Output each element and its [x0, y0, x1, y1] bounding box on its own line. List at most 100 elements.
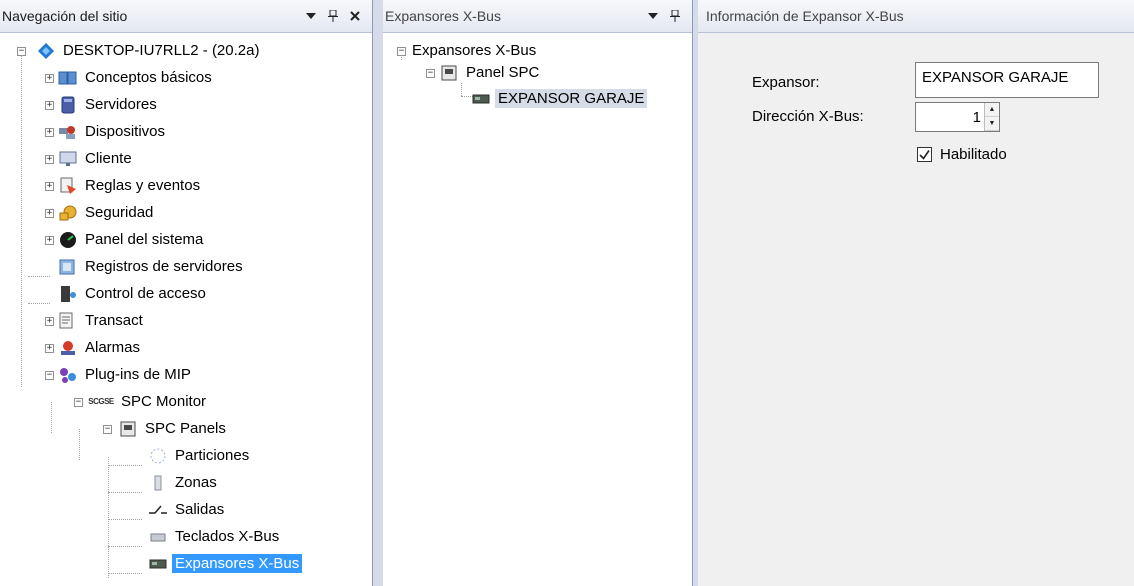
spin-up-icon[interactable]: ▲: [985, 103, 999, 117]
habilitado-label: Habilitado: [940, 146, 1007, 163]
info-pane-header: Información de Expansor X-Bus: [698, 0, 1134, 33]
outputs-icon: [148, 500, 168, 520]
direccion-xbus-value[interactable]: 1: [916, 109, 984, 126]
tree-guide-line: [108, 573, 142, 574]
collapse-toggle[interactable]: −: [74, 398, 83, 407]
tree-item-spc-panels[interactable]: SPC Panels: [118, 415, 229, 442]
tree-item-panel-del-sistema[interactable]: Panel del sistema: [58, 226, 206, 253]
info-pane-title: Información de Expansor X-Bus: [706, 8, 904, 24]
tree-item-expansor-garaje[interactable]: EXPANSOR GARAJE: [471, 85, 648, 112]
tree-item-alarmas[interactable]: Alarmas: [58, 334, 143, 361]
pane-border: [372, 0, 373, 586]
pin-icon[interactable]: [322, 5, 344, 27]
tree-item-teclados-x-bus[interactable]: Teclados X-Bus: [148, 523, 282, 550]
expand-toggle[interactable]: +: [45, 101, 54, 110]
expand-toggle[interactable]: +: [45, 344, 54, 353]
expand-toggle[interactable]: +: [45, 317, 54, 326]
pane-menu-dropdown-icon[interactable]: [642, 5, 664, 27]
expansor-name-input[interactable]: EXPANSOR GARAJE: [915, 62, 1099, 98]
habilitado-checkbox[interactable]: [917, 147, 932, 162]
collapse-toggle[interactable]: −: [45, 371, 54, 380]
tree-item-cliente[interactable]: Cliente: [58, 145, 135, 172]
tree-guide-line: [28, 303, 50, 304]
tree-item-particiones[interactable]: Particiones: [148, 442, 252, 469]
expand-toggle[interactable]: +: [45, 209, 54, 218]
expansor-label: Expansor:: [752, 74, 820, 91]
expand-toggle[interactable]: +: [45, 155, 54, 164]
expander-info-pane: Información de Expansor X-Bus Expansor: …: [698, 0, 1134, 586]
collapse-toggle[interactable]: −: [17, 47, 26, 56]
spc-monitor-icon: SCGSE: [88, 397, 114, 406]
tree-guide-line: [79, 429, 80, 460]
expand-toggle[interactable]: +: [45, 128, 54, 137]
xbus-pane-header: Expansores X-Bus: [383, 0, 692, 33]
expanders-list-pane: Expansores X-Bus − Expansores X-Bus − Pa…: [383, 0, 692, 586]
system-dashboard-icon: [58, 230, 78, 250]
nav-pane-header: Navegación del sitio: [0, 0, 372, 33]
tree-item-control-de-acceso[interactable]: Control de acceso: [58, 280, 209, 307]
tree-guide-line: [108, 492, 142, 493]
tree-item-registros-de-servidores[interactable]: Registros de servidores: [58, 253, 246, 280]
tree-guide-line: [21, 51, 22, 387]
spinner-buttons: ▲ ▼: [984, 103, 999, 131]
pin-icon[interactable]: [664, 5, 686, 27]
plugin-icon: [58, 365, 78, 385]
xbus-pane-title: Expansores X-Bus: [385, 8, 501, 24]
xbus-tree: − Expansores X-Bus − Panel SPC EXPANSOR …: [383, 33, 692, 586]
partitions-icon: [148, 446, 168, 466]
tree-item-panel-spc[interactable]: Panel SPC: [439, 59, 542, 86]
tree-item-expansores-x-bus[interactable]: Expansores X-Bus: [148, 550, 303, 577]
nav-pane-title: Navegación del sitio: [2, 8, 128, 24]
tree-item-dispositivos[interactable]: Dispositivos: [58, 118, 168, 145]
security-icon: [58, 203, 78, 223]
tree-item-zonas[interactable]: Zonas: [148, 469, 220, 496]
expander-icon: [471, 89, 491, 109]
tree-item-spc-monitor[interactable]: SCGSE SPC Monitor: [88, 388, 209, 415]
tree-item-root[interactable]: DESKTOP-IU7RLL2 - (20.2a): [36, 37, 262, 64]
alarm-icon: [58, 338, 78, 358]
server-logs-icon: [58, 257, 78, 277]
zones-icon: [148, 473, 168, 493]
book-icon: [58, 68, 78, 88]
collapse-toggle[interactable]: −: [426, 69, 435, 78]
panel-icon: [439, 63, 459, 83]
tree-guide-line: [108, 519, 142, 520]
direccion-xbus-spinner[interactable]: 1 ▲ ▼: [915, 102, 1000, 132]
tree-item-transact[interactable]: Transact: [58, 307, 146, 334]
keypad-icon: [148, 527, 168, 547]
management-server-icon: [36, 41, 56, 61]
monitor-icon: [58, 149, 78, 169]
tree-item-plugins-de-mip[interactable]: Plug-ins de MIP: [58, 361, 194, 388]
direccion-xbus-label: Dirección X-Bus:: [752, 108, 864, 125]
close-icon[interactable]: [344, 5, 366, 27]
tree-item-seguridad[interactable]: Seguridad: [58, 199, 156, 226]
expand-toggle[interactable]: +: [45, 74, 54, 83]
pane-splitter[interactable]: [372, 0, 383, 586]
tree-guide-line: [108, 457, 109, 578]
access-control-icon: [58, 284, 78, 304]
habilitado-row: Habilitado: [917, 146, 1007, 163]
tree-guide-line: [51, 402, 52, 433]
tree-item-conceptos-basicos[interactable]: Conceptos básicos: [58, 64, 215, 91]
collapse-toggle[interactable]: −: [397, 47, 406, 56]
spin-down-icon[interactable]: ▼: [985, 117, 999, 131]
tree-item-salidas[interactable]: Salidas: [148, 496, 227, 523]
collapse-toggle[interactable]: −: [103, 425, 112, 434]
tree-item-servidores[interactable]: Servidores: [58, 91, 160, 118]
rules-icon: [58, 176, 78, 196]
tree-guide-line: [28, 276, 50, 277]
transact-icon: [58, 311, 78, 331]
devices-icon: [58, 122, 78, 142]
expand-toggle[interactable]: +: [45, 182, 54, 191]
tree-item-reglas-y-eventos[interactable]: Reglas y eventos: [58, 172, 203, 199]
pane-border: [692, 0, 693, 586]
panel-icon: [118, 419, 138, 439]
pane-menu-dropdown-icon[interactable]: [300, 5, 322, 27]
nav-tree: − DESKTOP-IU7RLL2 - (20.2a) + Conceptos …: [0, 33, 372, 586]
server-icon: [58, 95, 78, 115]
tree-guide-line: [108, 546, 142, 547]
tree-guide-line: [108, 465, 142, 466]
expander-icon: [148, 554, 168, 574]
site-navigation-pane: Navegación del sitio − DESKTOP-IU7RLL2 -…: [0, 0, 372, 586]
expand-toggle[interactable]: +: [45, 236, 54, 245]
